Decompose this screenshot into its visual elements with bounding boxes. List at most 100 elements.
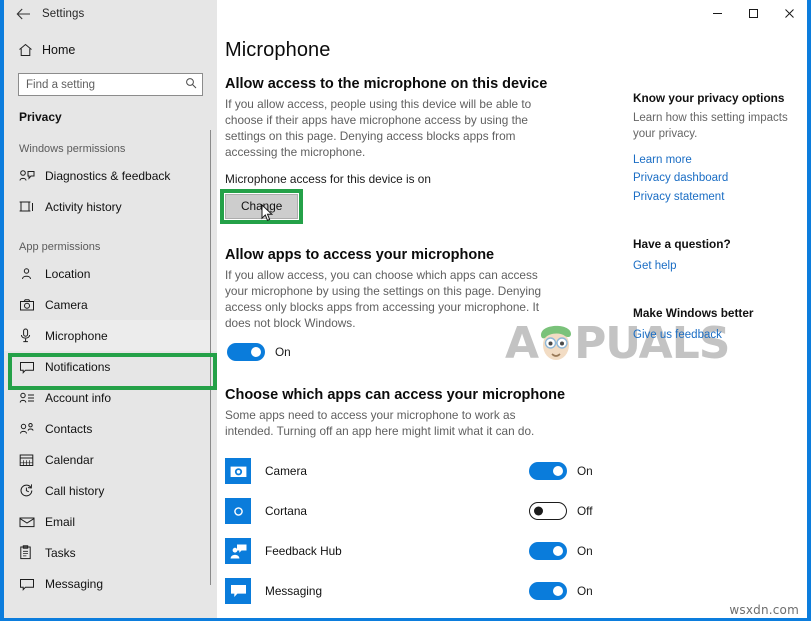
home-icon: [18, 43, 42, 57]
privacy-options-heading: Know your privacy options: [633, 91, 785, 105]
device-section-title: Allow access to the microphone on this d…: [225, 76, 548, 92]
app-name: Microsoft Edge: [265, 617, 529, 618]
make-windows-better-block: Make Windows better Give us feedback: [633, 306, 807, 345]
app-name-wrap: Camera: [251, 464, 529, 479]
sidebar-category-title: Privacy: [19, 110, 62, 124]
have-a-question-block: Have a question? Get help: [633, 237, 807, 276]
feedback-hub-app-icon: [225, 538, 251, 565]
sidebar-item-label: Account info: [45, 390, 112, 405]
sidebar-item-call-history[interactable]: Call history: [4, 475, 217, 506]
learn-more-link[interactable]: Learn more: [633, 151, 807, 170]
window-controls: [699, 0, 807, 27]
app-toggle-wrap: On: [529, 462, 615, 481]
sidebar-item-label: Email: [45, 514, 76, 529]
settings-window: Settings Home Find a setting Privacy Win…: [0, 0, 811, 621]
toggle-knob: [251, 347, 261, 358]
camera-icon: [19, 298, 45, 312]
app-name-wrap: Microsoft Edge Sites still need permissi…: [251, 617, 529, 618]
close-button[interactable]: [771, 0, 807, 27]
sidebar-item-label: Notifications: [45, 359, 111, 374]
sidebar-item-email[interactable]: Email: [4, 506, 217, 537]
sidebar-item-label: Location: [45, 266, 91, 281]
back-arrow-icon[interactable]: [4, 0, 42, 27]
activity-history-icon: [19, 200, 45, 214]
maximize-button[interactable]: [735, 0, 771, 27]
apps-access-toggle[interactable]: [227, 343, 265, 362]
toggle-knob: [553, 466, 563, 477]
sidebar-item-messaging[interactable]: Messaging: [4, 568, 217, 599]
messaging-app-toggle[interactable]: [529, 582, 567, 601]
camera-app-toggle[interactable]: [529, 462, 567, 481]
give-us-feedback-link[interactable]: Give us feedback: [633, 326, 807, 345]
sidebar-item-label: Diagnostics & feedback: [45, 168, 171, 183]
sidebar-item-account-info[interactable]: Account info: [4, 382, 217, 413]
cortana-app-toggle-label: Off: [577, 504, 593, 519]
sidebar-item-tasks[interactable]: Tasks: [4, 537, 217, 568]
app-toggle-wrap: On: [529, 542, 615, 561]
sidebar-item-calendar[interactable]: Calendar: [4, 444, 217, 475]
privacy-options-description: Learn how this setting impacts your priv…: [633, 112, 788, 140]
privacy-dashboard-link[interactable]: Privacy dashboard: [633, 169, 807, 188]
notifications-icon: [19, 360, 45, 374]
sidebar-item-microphone[interactable]: Microphone: [4, 320, 217, 351]
app-name-wrap: Feedback Hub: [251, 544, 529, 559]
camera-app-icon: [225, 458, 251, 485]
sidebar-item-label: Calendar: [45, 452, 94, 467]
sidebar-item-diagnostics-feedback[interactable]: Diagnostics & feedback: [4, 160, 217, 191]
sidebar-item-label: Call history: [45, 483, 105, 498]
email-icon: [19, 516, 45, 528]
change-button[interactable]: Change: [225, 194, 299, 220]
microphone-icon: [19, 328, 45, 343]
feedback-hub-app-toggle[interactable]: [529, 542, 567, 561]
messaging-icon: [19, 577, 45, 591]
main-content: A PUALS Microphone Allow access to the m…: [217, 27, 807, 618]
device-section-description: If you allow access, people using this d…: [225, 97, 532, 160]
app-permission-list: Camera On Cortana Off Feedback Hub On Me…: [225, 451, 615, 618]
get-help-link[interactable]: Get help: [633, 257, 807, 276]
app-toggle-wrap: On: [529, 582, 615, 601]
choose-section-title: Choose which apps can access your microp…: [225, 387, 566, 404]
minimize-button[interactable]: [699, 0, 735, 27]
make-windows-better-heading: Make Windows better: [633, 305, 754, 320]
sidebar-item-label: Microphone: [45, 328, 108, 343]
privacy-options-block: Know your privacy options Learn how this…: [633, 91, 807, 207]
sidebar-item-contacts[interactable]: Contacts: [4, 413, 217, 444]
privacy-statement-link[interactable]: Privacy statement: [633, 188, 807, 207]
window-body: Home Privacy Windows permissions: [4, 27, 807, 618]
sidebar-scrollbar[interactable]: [210, 130, 211, 585]
app-name-wrap: Cortana: [251, 504, 529, 519]
location-icon: [19, 267, 45, 281]
device-access-status: Microphone access for this device is on: [225, 172, 431, 187]
search-input[interactable]: [26, 78, 185, 91]
title-bar-drag-area: [217, 0, 699, 27]
app-name-wrap: Messaging: [251, 584, 529, 599]
sidebar-item-label: Contacts: [45, 421, 93, 436]
calendar-icon: [19, 453, 45, 467]
sidebar-item-camera[interactable]: Camera: [4, 289, 217, 320]
messaging-app-icon: [225, 578, 251, 605]
have-a-question-heading: Have a question?: [633, 236, 731, 251]
account-info-icon: [19, 391, 45, 405]
sidebar-group-app-permissions: App permissions: [19, 241, 101, 253]
search-box[interactable]: [18, 73, 203, 96]
sidebar-item-label: Tasks: [45, 545, 76, 560]
sidebar-item-activity-history[interactable]: Activity history: [4, 191, 217, 222]
title-bar: Settings: [4, 0, 807, 27]
feedback-hub-app-toggle-label: On: [577, 544, 593, 559]
toggle-knob: [553, 546, 563, 557]
sidebar-item-label: Activity history: [45, 199, 122, 214]
sidebar-item-notifications[interactable]: Notifications: [4, 351, 217, 382]
toggle-knob: [553, 586, 563, 597]
app-name: Cortana: [265, 503, 307, 518]
cortana-app-icon: [225, 498, 251, 525]
change-button-wrap: Change: [220, 189, 304, 225]
sidebar-item-location[interactable]: Location: [4, 258, 217, 289]
app-row-cortana: Cortana Off: [225, 491, 615, 531]
title-bar-left: Settings: [4, 0, 217, 27]
sidebar-item-home[interactable]: Home: [4, 33, 217, 67]
main-column: Microphone Allow access to the microphon…: [217, 27, 615, 618]
sidebar: Home Privacy Windows permissions: [4, 27, 217, 618]
call-history-icon: [19, 483, 45, 498]
cortana-app-toggle[interactable]: [529, 502, 567, 521]
sidebar-group-windows-permissions: Windows permissions: [19, 143, 126, 155]
